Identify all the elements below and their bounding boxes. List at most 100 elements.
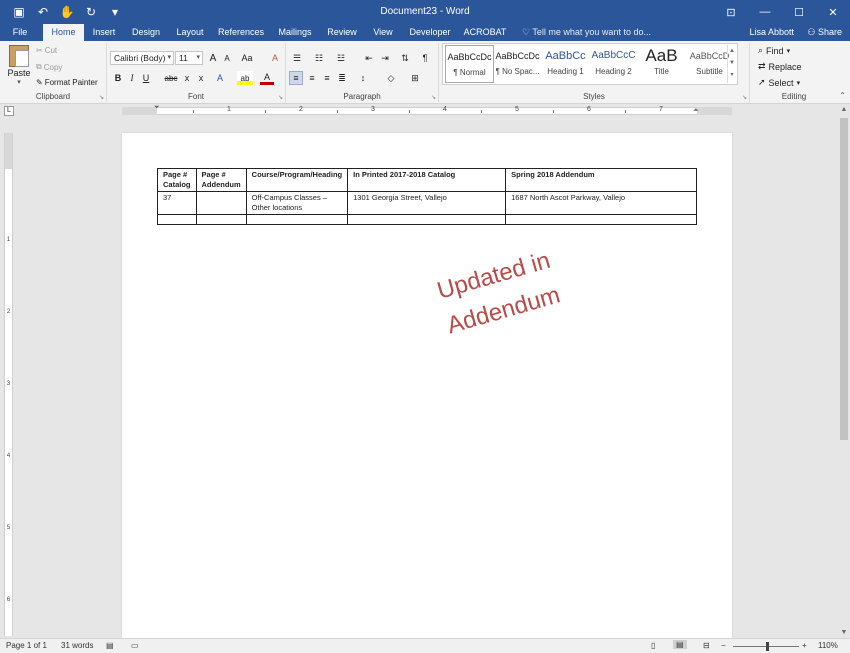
- superscript-button[interactable]: x: [194, 71, 208, 85]
- table-cell[interactable]: [157, 214, 197, 225]
- header-cell[interactable]: Spring 2018 Addendum: [505, 168, 697, 192]
- maximize-icon[interactable]: ☐: [782, 0, 816, 24]
- tab-insert[interactable]: Insert: [88, 24, 120, 41]
- table-cell[interactable]: [245, 214, 349, 225]
- style-heading-2[interactable]: AaBbCcC Heading 2: [589, 45, 638, 83]
- tab-design[interactable]: Design: [128, 24, 164, 41]
- clear-formatting-button[interactable]: A: [268, 51, 282, 65]
- more-styles-icon[interactable]: ▾: [728, 69, 736, 81]
- share-button[interactable]: ⚇ Share: [807, 24, 842, 41]
- align-center-icon[interactable]: ≡: [305, 71, 319, 85]
- macro-record-icon[interactable]: ▭: [131, 641, 139, 650]
- vertical-ruler[interactable]: 1 2 3 4 5 6: [4, 133, 13, 636]
- header-cell[interactable]: Page # Catalog: [157, 168, 197, 192]
- tab-review[interactable]: Review: [324, 24, 360, 41]
- bold-button[interactable]: B: [111, 71, 125, 85]
- chevron-down-icon[interactable]: ▼: [728, 57, 736, 69]
- styles-launcher-icon[interactable]: ↘: [742, 94, 747, 101]
- vertical-scrollbar[interactable]: ▲ ▼: [838, 104, 850, 638]
- justify-icon[interactable]: ≣: [335, 71, 349, 85]
- zoom-slider-thumb[interactable]: [765, 642, 769, 651]
- subscript-button[interactable]: x: [180, 71, 194, 85]
- header-cell[interactable]: In Printed 2017-2018 Catalog: [347, 168, 507, 192]
- font-color-button[interactable]: A: [260, 71, 274, 85]
- header-cell[interactable]: Course/Program/Heading: [245, 168, 349, 192]
- table-cell[interactable]: [505, 214, 697, 225]
- tab-view[interactable]: View: [369, 24, 397, 41]
- tab-layout[interactable]: Layout: [172, 24, 208, 41]
- clipboard-launcher-icon[interactable]: ↘: [99, 94, 104, 101]
- tab-acrobat[interactable]: ACROBAT: [462, 24, 508, 41]
- proofing-icon[interactable]: ▤: [106, 641, 114, 650]
- addendum-table[interactable]: Page # Catalog Page # Addendum Course/Pr…: [157, 168, 697, 225]
- replace-button[interactable]: ⇄ Replace: [758, 61, 802, 72]
- italic-button[interactable]: I: [125, 71, 139, 85]
- table-cell[interactable]: [347, 214, 507, 225]
- tab-selector[interactable]: L: [4, 106, 14, 116]
- ribbon-display-icon[interactable]: ⊡: [714, 0, 748, 24]
- change-case-button[interactable]: Aa: [238, 51, 256, 65]
- styles-scroll[interactable]: ▲ ▼ ▾: [727, 45, 736, 83]
- minimize-icon[interactable]: —: [748, 0, 782, 24]
- scroll-down-icon[interactable]: ▼: [840, 629, 848, 636]
- first-line-indent-marker[interactable]: ⏷: [154, 104, 160, 112]
- increase-indent-icon[interactable]: ⇥: [378, 51, 392, 65]
- tab-references[interactable]: References: [216, 24, 266, 41]
- tell-me-box[interactable]: ♡ Tell me what you want to do...: [522, 24, 651, 41]
- show-formatting-icon[interactable]: ¶: [418, 51, 432, 65]
- horizontal-ruler[interactable]: 1 2 3 4 5 6 7 ⏷ ⏶: [122, 104, 732, 116]
- paragraph-launcher-icon[interactable]: ↘: [431, 94, 436, 101]
- scroll-thumb[interactable]: [840, 118, 848, 440]
- close-icon[interactable]: ✕: [816, 0, 850, 24]
- underline-button[interactable]: U: [139, 71, 153, 85]
- right-indent-marker[interactable]: ⏶: [693, 107, 699, 115]
- align-left-icon[interactable]: ≡: [289, 71, 303, 85]
- header-cell[interactable]: Page # Addendum: [195, 168, 247, 192]
- tab-mailings[interactable]: Mailings: [275, 24, 315, 41]
- table-cell[interactable]: 1687 North Ascot Parkway, Vallejo: [505, 191, 697, 215]
- chevron-up-icon[interactable]: ▲: [728, 45, 736, 57]
- table-cell[interactable]: Off-Campus Classes – Other locations: [245, 191, 349, 215]
- text-effects-button[interactable]: A: [213, 71, 227, 85]
- font-launcher-icon[interactable]: ↘: [278, 94, 283, 101]
- copy-button[interactable]: ⧉ Copy: [36, 62, 62, 72]
- print-layout-icon[interactable]: ▤: [673, 640, 687, 649]
- line-spacing-icon[interactable]: ↕: [356, 71, 370, 85]
- read-mode-icon[interactable]: ▯: [651, 641, 655, 650]
- style-no-spacing[interactable]: AaBbCcDc ¶ No Spac...: [493, 45, 542, 83]
- table-cell[interactable]: 37: [157, 191, 197, 215]
- format-painter-button[interactable]: ✎ Format Painter: [36, 78, 98, 87]
- style-heading-1[interactable]: AaBbCc Heading 1: [541, 45, 590, 83]
- zoom-out-button[interactable]: −: [721, 641, 726, 650]
- scroll-up-icon[interactable]: ▲: [840, 106, 848, 113]
- bullets-icon[interactable]: ☰: [290, 51, 304, 65]
- zoom-in-button[interactable]: +: [802, 641, 807, 650]
- font-name-box[interactable]: Calibri (Body) ▾: [110, 51, 174, 65]
- collapse-ribbon-icon[interactable]: ⌃: [839, 91, 846, 100]
- style-normal[interactable]: AaBbCcDc ¶ Normal: [445, 45, 494, 83]
- style-title[interactable]: AaB Title: [637, 45, 686, 83]
- table-cell[interactable]: [195, 191, 247, 215]
- align-right-icon[interactable]: ≡: [320, 71, 334, 85]
- shading-icon[interactable]: ◇: [384, 71, 398, 85]
- paste-button[interactable]: Paste ▾: [6, 45, 32, 86]
- updated-in-addendum-stamp[interactable]: Updated in Addendum: [412, 237, 586, 350]
- table-cell[interactable]: 1301 Georgia Street, Vallejo: [347, 191, 507, 215]
- strikethrough-button[interactable]: abc: [162, 71, 180, 85]
- find-button[interactable]: ⌕ Find ▾: [758, 45, 790, 56]
- font-size-box[interactable]: 11 ▾: [175, 51, 203, 65]
- web-layout-icon[interactable]: ⊟: [703, 641, 710, 650]
- tab-home[interactable]: Home: [43, 24, 84, 41]
- user-name[interactable]: Lisa Abbott: [749, 24, 794, 41]
- table-cell[interactable]: [195, 214, 247, 225]
- paste-dropdown-icon[interactable]: ▾: [6, 78, 32, 86]
- multilevel-list-icon[interactable]: ☳: [334, 51, 348, 65]
- cut-button[interactable]: ✂ Cut: [36, 46, 57, 55]
- sort-icon[interactable]: ⇅: [398, 51, 412, 65]
- decrease-indent-icon[interactable]: ⇤: [362, 51, 376, 65]
- document-page[interactable]: Page # Catalog Page # Addendum Course/Pr…: [122, 133, 732, 638]
- grow-font-button[interactable]: A: [206, 51, 220, 65]
- word-count[interactable]: 31 words: [61, 641, 93, 650]
- tab-file[interactable]: File: [4, 24, 36, 41]
- zoom-level[interactable]: 110%: [818, 641, 838, 650]
